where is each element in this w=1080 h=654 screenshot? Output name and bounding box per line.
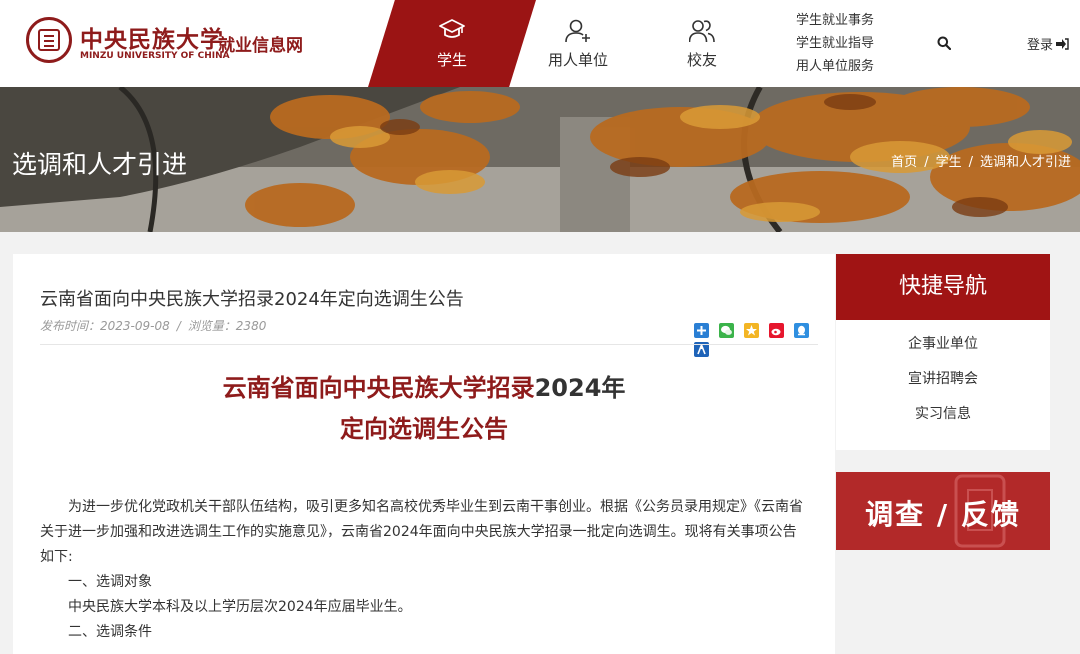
quick-link-internship[interactable]: 实习信息	[836, 397, 1050, 432]
weibo-icon[interactable]	[769, 323, 785, 338]
sign-in-icon	[1056, 38, 1069, 50]
survey-feedback-banner[interactable]: 调查 / 反馈	[836, 472, 1050, 550]
university-seal-logo[interactable]	[26, 17, 72, 63]
search-icon[interactable]	[937, 36, 951, 50]
login-link[interactable]: 登录	[1027, 34, 1069, 53]
breadcrumb-separator: /	[968, 155, 973, 170]
nav-label-employer: 用人单位	[547, 51, 608, 69]
qq-icon[interactable]	[794, 323, 810, 338]
sub-link-student-guidance[interactable]: 学生就业指导	[796, 32, 874, 55]
nav-label-alumni: 校友	[686, 51, 717, 69]
site-name[interactable]: 就业信息网	[218, 31, 303, 56]
sub-links: 学生就业事务 学生就业指导 用人单位服务	[796, 9, 874, 78]
article-paragraph: 一、选调对象 中央民族大学本科及以上学历层次2024年应届毕业生。 二、选调条件	[40, 570, 806, 645]
section-heading-1: 一、选调对象	[68, 574, 152, 590]
paragraph-target: 中央民族大学本科及以上学历层次2024年应届毕业生。	[68, 599, 412, 615]
paragraph-intro: 为进一步优化党政机关干部队伍结构，吸引更多知名高校优秀毕业生到云南干事创业。根据…	[40, 499, 803, 565]
nav-item-employer[interactable]: 用人单位	[540, 0, 616, 87]
logo-chinese-name[interactable]: 中央民族大学	[80, 20, 224, 54]
quick-link-recruitment-fair[interactable]: 宣讲招聘会	[836, 362, 1050, 397]
breadcrumb-separator: /	[924, 155, 929, 170]
survey-feedback-text: 调查 / 反馈	[865, 498, 1021, 531]
breadcrumb-current[interactable]: 选调和人才引进	[980, 155, 1071, 170]
section-heading-2: 二、选调条件	[68, 624, 152, 640]
headline-line-2: 定向选调生公告	[340, 415, 508, 443]
qzone-icon[interactable]	[744, 323, 760, 338]
headline-text: 云南省面向中央民族大学招录	[222, 374, 535, 402]
quick-nav-panel: 快捷导航 企事业单位 宣讲招聘会 实习信息	[836, 254, 1050, 450]
article-meta: 发布时间：2023-09-08 / 浏览量：2380	[40, 317, 266, 334]
logo-english-name: MINZU UNIVERSITY OF CHINA	[80, 51, 230, 61]
login-label: 登录	[1027, 38, 1054, 53]
quick-nav-title: 快捷导航	[836, 254, 1050, 320]
users-icon	[689, 20, 715, 43]
headline-year: 2024年	[534, 374, 626, 402]
headline-line-1: 云南省面向中央民族大学招录2024年	[13, 368, 835, 403]
article-paragraph: 为进一步优化党政机关干部队伍结构，吸引更多知名高校优秀毕业生到云南干事创业。根据…	[40, 495, 806, 570]
wechat-icon[interactable]	[719, 323, 735, 338]
breadcrumb-home[interactable]: 首页	[891, 155, 917, 170]
quick-link-enterprise[interactable]: 企事业单位	[836, 327, 1050, 362]
breadcrumb: 首页 / 学生 / 选调和人才引进	[891, 151, 1071, 170]
sub-link-student-affairs[interactable]: 学生就业事务	[796, 9, 874, 32]
title-divider	[40, 344, 818, 345]
user-add-icon	[565, 19, 590, 43]
plus-share-icon[interactable]	[694, 323, 709, 338]
publish-date: 发布时间：2023-09-08	[40, 319, 170, 333]
nav-item-student[interactable]: 学生	[400, 0, 504, 87]
banner-title: 选调和人才引进	[12, 150, 188, 179]
article-title: 云南省面向中央民族大学招录2024年定向选调生公告	[40, 289, 464, 310]
share-bar	[694, 323, 835, 361]
page-banner: 选调和人才引进 首页 / 学生 / 选调和人才引进	[0, 87, 1080, 232]
site-header: 中央民族大学 MINZU UNIVERSITY OF CHINA 就业信息网 学…	[0, 0, 1080, 87]
view-count: 浏览量：2380	[187, 319, 267, 333]
graduation-cap-icon	[439, 19, 465, 38]
sub-link-employer-service[interactable]: 用人单位服务	[796, 55, 874, 78]
breadcrumb-student[interactable]: 学生	[936, 155, 962, 170]
nav-label-student: 学生	[436, 51, 467, 69]
article-panel: 云南省面向中央民族大学招录2024年定向选调生公告 发布时间：2023-09-0…	[13, 254, 835, 654]
nav-item-alumni[interactable]: 校友	[664, 0, 740, 87]
meta-separator: /	[176, 319, 181, 333]
